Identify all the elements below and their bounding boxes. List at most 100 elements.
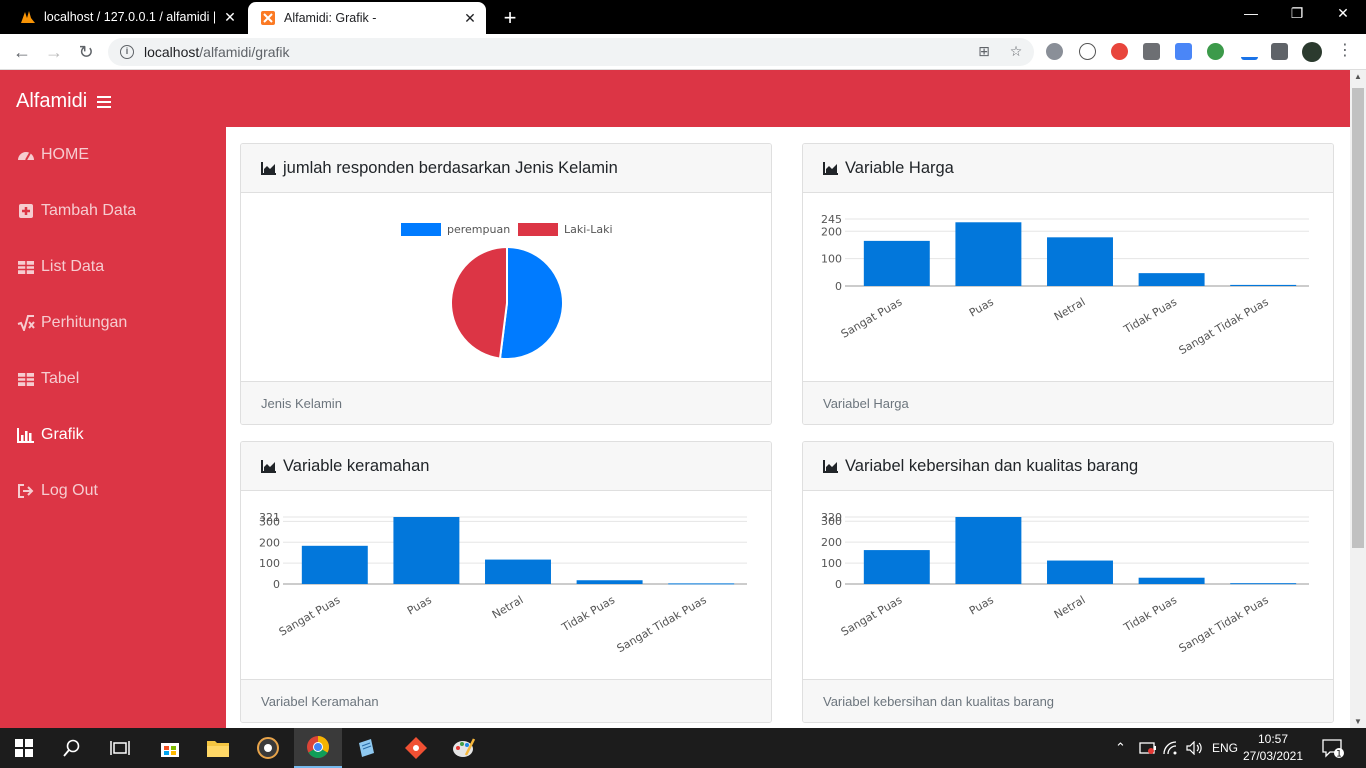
bar[interactable] <box>576 580 643 584</box>
close-window-icon[interactable]: ✕ <box>1320 5 1366 22</box>
scroll-thumb[interactable] <box>1352 88 1364 548</box>
legend-swatch[interactable] <box>518 223 558 236</box>
bar[interactable] <box>1138 577 1205 584</box>
reload-icon[interactable]: ↻ <box>74 40 98 64</box>
sidebar: Alfamidi HOME Tambah Data List Data Perh… <box>0 70 226 728</box>
bar[interactable] <box>485 559 551 584</box>
brand-name[interactable]: Alfamidi <box>16 90 87 113</box>
legend-swatch[interactable] <box>401 223 441 236</box>
pie-chart: perempuan Laki-Laki <box>401 223 613 360</box>
tab-phpmyadmin[interactable]: localhost / 127.0.0.1 / alfamidi | p ✕ <box>8 0 246 34</box>
area-chart-icon <box>823 460 838 473</box>
chrome-taskbar-icon[interactable] <box>294 728 342 768</box>
sidebar-item-home[interactable]: HOME <box>17 143 89 167</box>
y-tick-label: 200 <box>821 225 842 238</box>
bar[interactable] <box>668 583 735 585</box>
x-tick-label: Tidak Puas <box>1121 593 1180 634</box>
forward-icon[interactable]: → <box>42 40 66 64</box>
bar[interactable] <box>393 517 460 584</box>
minimize-icon[interactable]: — <box>1228 5 1274 21</box>
sidebar-item-list-data[interactable]: List Data <box>17 255 104 279</box>
code-extension-icon[interactable] <box>1079 43 1096 60</box>
show-hidden-icons[interactable]: ⌃ <box>1115 728 1126 768</box>
volume-icon[interactable] <box>1186 728 1204 768</box>
bar[interactable] <box>1230 583 1297 585</box>
page-scrollbar[interactable]: ▲ ▼ <box>1350 70 1366 728</box>
close-tab-icon[interactable]: ✕ <box>220 9 240 26</box>
puzzle-extension-icon[interactable] <box>1271 43 1288 60</box>
card-title: Variable keramahan <box>283 456 430 475</box>
card-kebersihan-chart: Variabel kebersihan dan kualitas barang … <box>802 441 1334 723</box>
new-tab-button[interactable]: + <box>498 5 522 31</box>
task-view-icon[interactable] <box>96 728 144 768</box>
scroll-down-icon[interactable]: ▼ <box>1350 717 1366 726</box>
y-tick-label: 200 <box>821 536 842 549</box>
globe-extension-icon[interactable] <box>1207 43 1224 60</box>
card-header: Variabel kebersihan dan kualitas barang <box>803 442 1333 491</box>
sidebar-item-tambah-data[interactable]: Tambah Data <box>17 199 136 223</box>
bar[interactable] <box>301 545 368 584</box>
area-chart-icon <box>823 162 838 175</box>
restore-icon[interactable]: ❐ <box>1274 5 1320 22</box>
bar[interactable] <box>1230 284 1297 286</box>
google-translate-extension-icon[interactable] <box>1175 43 1192 60</box>
hamburger-icon[interactable] <box>97 95 112 108</box>
store-icon[interactable] <box>146 728 194 768</box>
sidebar-item-label: List Data <box>41 258 105 275</box>
info-icon[interactable]: i <box>120 45 134 59</box>
pie-slice[interactable] <box>498 245 564 360</box>
profile-avatar[interactable] <box>1302 42 1322 62</box>
bar[interactable] <box>1047 560 1113 584</box>
translate-icon[interactable]: ⊞ <box>975 42 993 60</box>
record-extension-icon[interactable] <box>1111 43 1128 60</box>
language-indicator[interactable]: ENG <box>1212 728 1238 768</box>
clock[interactable]: 10:57 27/03/2021 <box>1238 731 1308 765</box>
windows-taskbar: ⌃ ENG 10:57 27/03/2021 1 <box>0 728 1366 768</box>
x-tick-label: Puas <box>405 593 434 617</box>
bar[interactable] <box>955 222 1022 286</box>
search-icon[interactable] <box>48 728 96 768</box>
shield-extension-icon[interactable] <box>1046 43 1063 60</box>
sidebar-item-grafik[interactable]: Grafik <box>17 423 84 447</box>
tab-extension-icon[interactable] <box>1143 43 1160 60</box>
tab-title: localhost / 127.0.0.1 / alfamidi | p <box>44 10 220 24</box>
bar[interactable] <box>955 517 1022 584</box>
git-icon[interactable] <box>392 728 440 768</box>
sidebar-item-log-out[interactable]: Log Out <box>17 479 98 503</box>
address-bar[interactable]: i localhost/alfamidi/grafik <box>108 38 1034 66</box>
chart-legend: perempuan Laki-Laki <box>401 223 613 236</box>
notification-center-icon[interactable]: 1 <box>1322 728 1344 768</box>
pie-slice[interactable] <box>450 245 508 360</box>
bar[interactable] <box>1047 237 1113 286</box>
square-root-icon <box>17 315 35 331</box>
wifi-icon[interactable] <box>1163 728 1179 768</box>
close-tab-icon[interactable]: ✕ <box>460 10 480 27</box>
sidebar-item-perhitungan[interactable]: Perhitungan <box>17 311 127 335</box>
bar-chart: 0 100 200245 Sangat Puas Puas Netral Tidak Pua… <box>821 213 1309 357</box>
file-explorer-icon[interactable] <box>194 728 242 768</box>
x-tick-label: Puas <box>967 295 996 319</box>
paint-icon[interactable] <box>440 728 488 768</box>
card-footer: Variabel kebersihan dan kualitas barang <box>803 679 1333 722</box>
bar[interactable] <box>863 550 930 584</box>
bookmark-star-icon[interactable]: ☆ <box>1007 42 1025 60</box>
card-footer: Jenis Kelamin <box>241 381 771 424</box>
windows-start-icon[interactable] <box>0 728 48 768</box>
media-player-icon[interactable] <box>244 728 292 768</box>
table-icon <box>18 373 34 386</box>
battery-icon[interactable] <box>1139 728 1157 768</box>
bar[interactable] <box>863 240 930 286</box>
x-tick-label: Netral <box>1052 593 1088 621</box>
menu-kebab-icon[interactable]: ⋮ <box>1336 42 1354 60</box>
clock-date: 27/03/2021 <box>1242 749 1304 763</box>
notepad-icon[interactable] <box>342 728 390 768</box>
eyedropper-extension-icon[interactable] <box>1241 43 1258 60</box>
tab-grafik[interactable]: Alfamidi: Grafik - ✕ <box>248 2 486 34</box>
scroll-up-icon[interactable]: ▲ <box>1350 72 1366 81</box>
card-footer-text: Variabel Harga <box>823 396 909 411</box>
back-icon[interactable]: ← <box>10 40 34 64</box>
y-tick-label: 100 <box>259 557 280 570</box>
sidebar-item-tabel[interactable]: Tabel <box>17 367 79 391</box>
y-tick-label: 0 <box>835 578 842 591</box>
bar[interactable] <box>1138 273 1205 286</box>
